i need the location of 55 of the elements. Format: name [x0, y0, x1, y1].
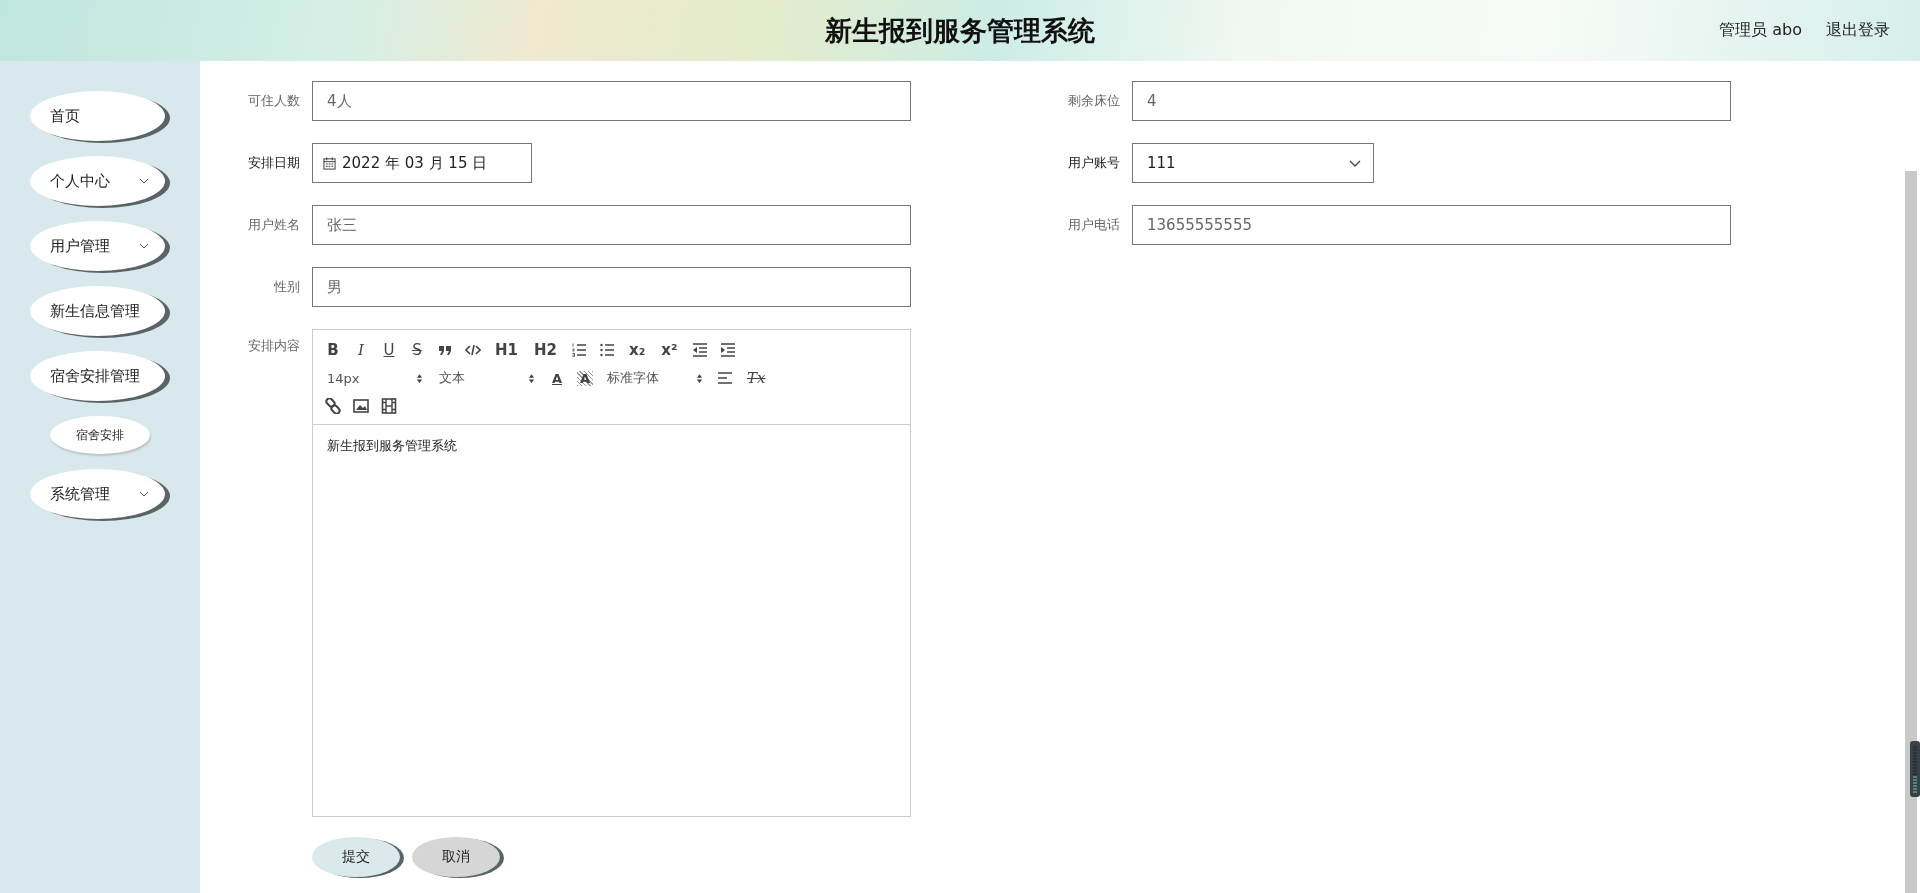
- outdent-icon[interactable]: [691, 342, 708, 358]
- toolbar-button[interactable]: I: [353, 341, 369, 359]
- toolbar-button[interactable]: U: [381, 341, 397, 359]
- system-title: 新生报到服务管理系统: [825, 13, 1095, 48]
- toolbar-button[interactable]: S: [409, 341, 425, 359]
- editor-text[interactable]: 新生报到服务管理系统: [313, 425, 910, 467]
- chevron-icon: [139, 243, 149, 249]
- input-field[interactable]: 男: [312, 267, 911, 307]
- toolbar-button[interactable]: Tx: [745, 369, 768, 387]
- calendar-icon: [323, 156, 336, 170]
- input-field[interactable]: 张三: [312, 205, 911, 245]
- toolbar-button[interactable]: x²: [659, 341, 680, 359]
- level-widget-icon: [1910, 741, 1920, 797]
- submit-button[interactable]: 提交: [312, 837, 400, 877]
- updown-arrows-icon: [528, 372, 535, 384]
- chevron-icon: [139, 491, 149, 497]
- toolbar-button[interactable]: A: [577, 370, 593, 386]
- chevron-icon: [1349, 159, 1361, 167]
- date-field[interactable]: 2022 年 03 月 15 日: [312, 143, 532, 183]
- input-field[interactable]: 13655555555: [1132, 205, 1731, 245]
- input-field[interactable]: 4人: [312, 81, 911, 121]
- toolbar-button[interactable]: x₂: [627, 341, 648, 359]
- toolbar-dropdown[interactable]: 文本: [437, 369, 537, 387]
- ordered-list-icon[interactable]: [571, 342, 587, 358]
- code-icon[interactable]: [465, 342, 481, 358]
- field-label: 安排日期: [247, 154, 301, 172]
- field-label: 安排内容: [247, 337, 301, 355]
- cancel-button[interactable]: 取消: [412, 837, 500, 877]
- field-label: 用户姓名: [247, 216, 301, 234]
- indent-icon[interactable]: [719, 342, 736, 358]
- image-icon[interactable]: [353, 398, 369, 414]
- input-field[interactable]: 4: [1132, 81, 1731, 121]
- toolbar-dropdown[interactable]: 标准字体: [605, 369, 705, 387]
- updown-arrows-icon: [416, 372, 423, 384]
- logout-link[interactable]: 退出登录: [1826, 20, 1890, 41]
- updown-arrows-icon: [696, 372, 703, 384]
- align-left-icon[interactable]: [717, 370, 733, 386]
- toolbar-dropdown[interactable]: 14px: [325, 370, 425, 386]
- field-label: 用户账号: [1067, 154, 1121, 172]
- toolbar-button[interactable]: H2: [532, 341, 559, 359]
- submenu-item[interactable]: 宿舍安排: [50, 416, 150, 454]
- toolbar-button[interactable]: B: [325, 341, 341, 359]
- admin-name: 管理员 abo: [1719, 20, 1802, 41]
- field-label: 可住人数: [247, 92, 301, 110]
- toolbar-button[interactable]: H1: [493, 341, 520, 359]
- scrollbar[interactable]: [1905, 171, 1917, 893]
- field-label: 用户电话: [1067, 216, 1121, 234]
- chevron-icon: [139, 178, 149, 184]
- link-icon[interactable]: [325, 398, 341, 414]
- field-label: 剩余床位: [1067, 92, 1121, 110]
- select-field[interactable]: 111: [1132, 143, 1374, 183]
- film-icon[interactable]: [381, 398, 397, 414]
- field-label: 性别: [273, 278, 301, 296]
- toolbar-button[interactable]: A: [549, 370, 565, 386]
- bullet-list-icon[interactable]: [599, 342, 615, 358]
